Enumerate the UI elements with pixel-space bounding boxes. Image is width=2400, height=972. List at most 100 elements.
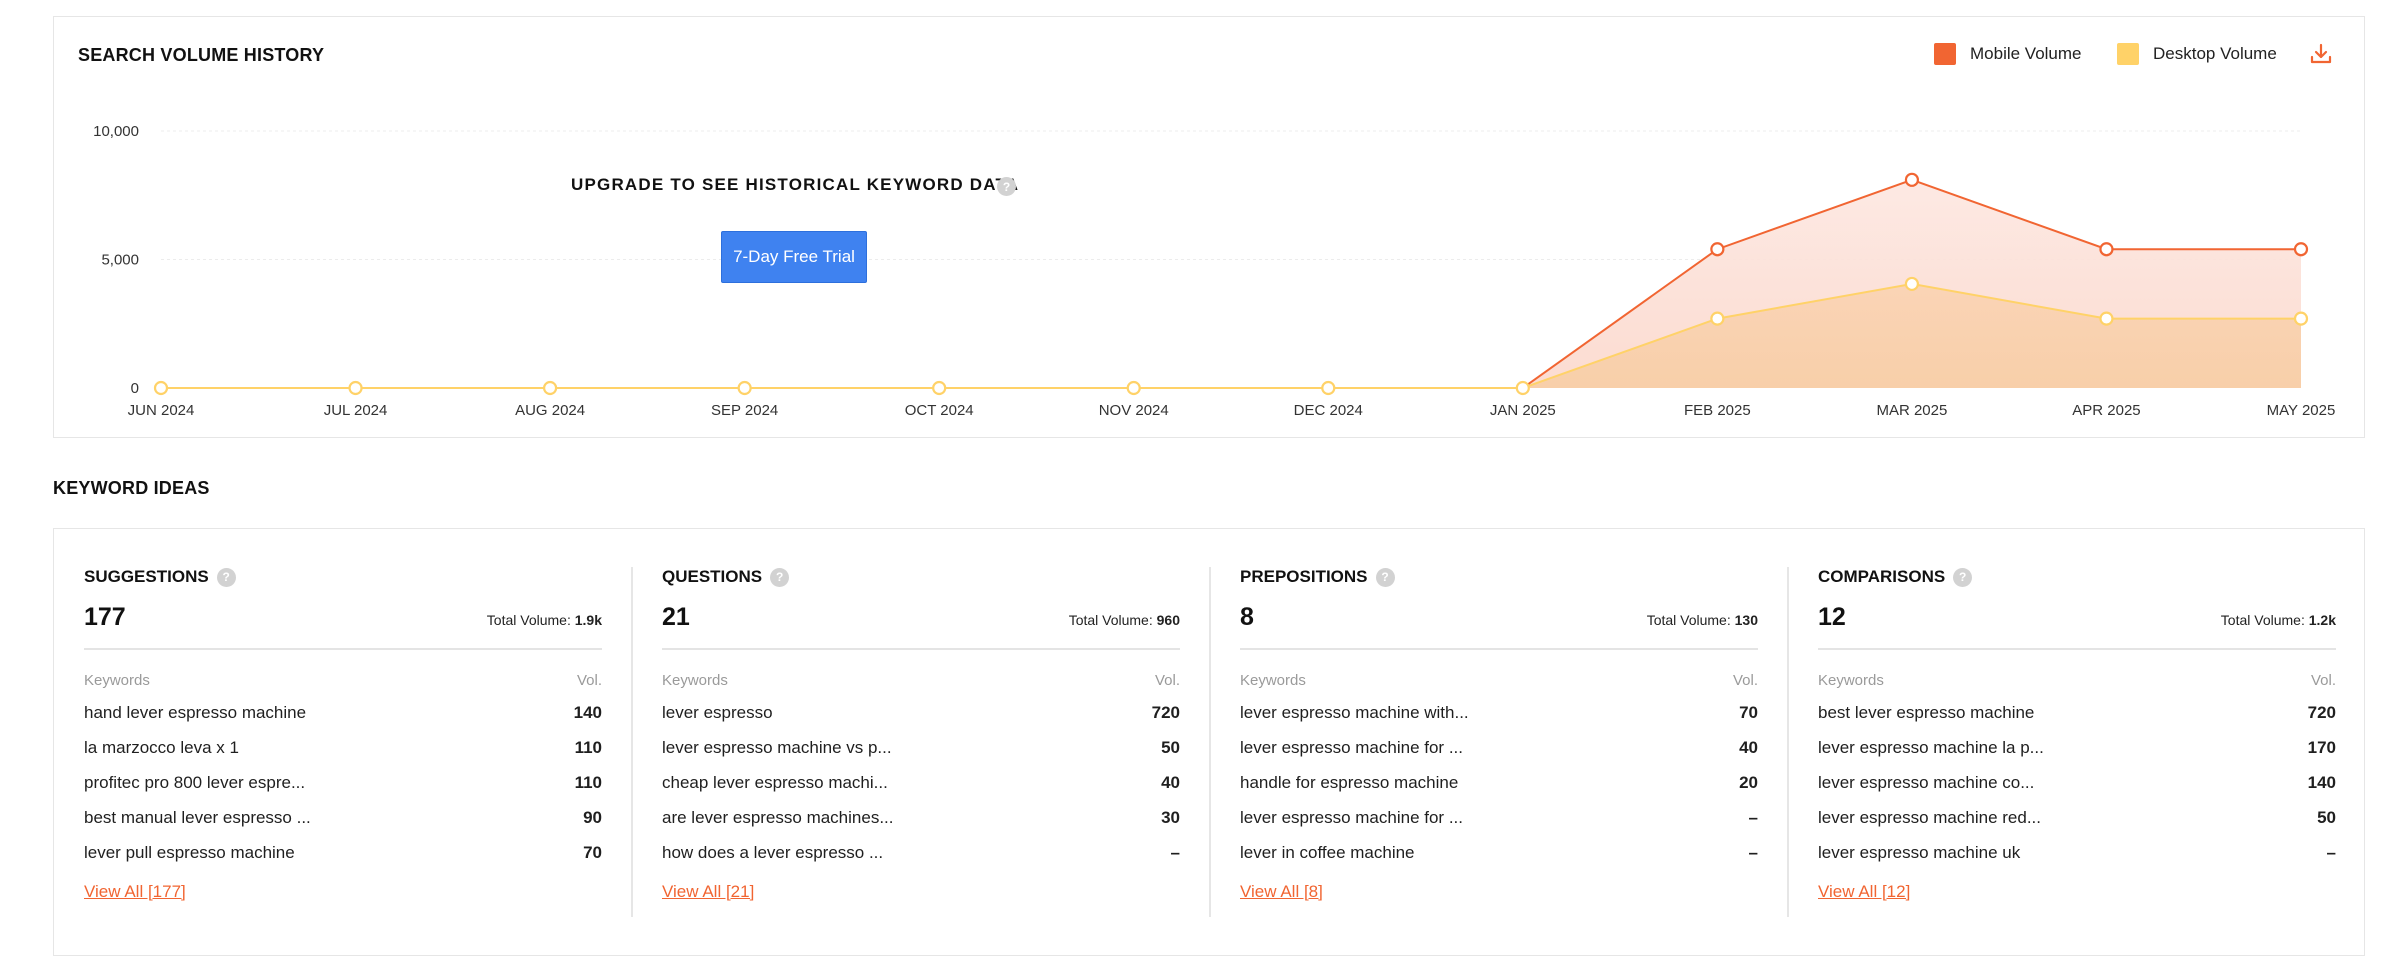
keyword-row[interactable]: how does a lever espresso ... –: [662, 842, 1180, 864]
keyword-ideas-title: KEYWORD IDEAS: [53, 478, 210, 498]
keyword-volume: 720: [2307, 702, 2336, 722]
desktop-volume-point: [1321, 380, 1336, 396]
free-trial-button[interactable]: 7-Day Free Trial: [721, 231, 867, 283]
x-tick-label: JUN 2024: [128, 402, 195, 419]
view-all-link[interactable]: View All [8]: [1240, 882, 1323, 902]
keywords-header: Keywords: [1240, 671, 1306, 689]
keyword-row[interactable]: lever espresso machine with... 70: [1240, 702, 1758, 724]
x-tick-label: NOV 2024: [1099, 402, 1169, 419]
total-volume: Total Volume: 960: [1069, 612, 1180, 628]
divider: [1818, 648, 2336, 650]
search-volume-chart: 0 5,000 10,000 JUN 2024 JUL 2024 AUG 2024 SEP …: [93, 123, 2335, 419]
download-icon[interactable]: [2308, 41, 2334, 67]
help-icon[interactable]: ?: [216, 567, 236, 587]
help-icon[interactable]: ?: [770, 567, 790, 587]
keyword-row[interactable]: lever espresso machine la p... 170: [1818, 737, 2336, 759]
keyword-volume: –: [2326, 842, 2336, 862]
help-icon[interactable]: ?: [1953, 567, 1973, 587]
view-all-link[interactable]: View All [12]: [1818, 882, 1910, 902]
view-all-link[interactable]: View All [177]: [84, 882, 186, 902]
column-divider: [1787, 567, 1789, 917]
count-row: 8 Total Volume: 130: [1240, 603, 1758, 632]
keywords-header: Keywords: [1818, 671, 1884, 689]
keyword-row[interactable]: best lever espresso machine 720: [1818, 702, 2336, 724]
keyword-row[interactable]: hand lever espresso machine 140: [84, 702, 602, 724]
keyword-row[interactable]: lever espresso machine co... 140: [1818, 772, 2336, 794]
mobile-volume-point: [2099, 242, 2114, 257]
column-title: COMPARISONS: [1818, 567, 1946, 586]
legend-desktop[interactable]: Desktop Volume: [2117, 43, 2277, 65]
keyword-text[interactable]: lever espresso: [662, 702, 773, 724]
vol-header: Vol.: [576, 671, 602, 689]
view-all-link[interactable]: View All [21]: [662, 882, 754, 902]
total-volume: Total Volume: 1.9k: [487, 612, 602, 628]
keywords-header: Keywords: [84, 671, 150, 689]
keyword-volume: 110: [574, 737, 602, 757]
total-volume-value: 1.9k: [574, 612, 602, 628]
keyword-row[interactable]: are lever espresso machines... 30: [662, 807, 1180, 829]
total-volume: Total Volume: 1.2k: [2221, 612, 2336, 628]
desktop-volume-point: [348, 380, 363, 396]
keyword-text[interactable]: lever espresso machine red...: [1818, 807, 2041, 829]
keyword-text[interactable]: how does a lever espresso ...: [662, 842, 883, 864]
help-icon[interactable]: ?: [997, 177, 1016, 196]
table-header: Keywords Vol.: [1240, 672, 1758, 689]
keyword-row[interactable]: la marzocco leva x 1 110: [84, 737, 602, 759]
keyword-row[interactable]: lever in coffee machine –: [1240, 842, 1758, 864]
keyword-row[interactable]: cheap lever espresso machi... 40: [662, 772, 1180, 794]
keyword-row[interactable]: lever espresso machine red... 50: [1818, 807, 2336, 829]
desktop-volume-point: [1710, 311, 1725, 326]
table-header: Keywords Vol.: [1818, 672, 2336, 689]
keyword-row[interactable]: profitec pro 800 lever espre... 110: [84, 772, 602, 794]
column-header: PREPOSITIONS ?: [1240, 567, 1758, 587]
table-header: Keywords Vol.: [84, 672, 602, 689]
total-volume-label: Total Volume:: [1068, 612, 1153, 628]
total-volume-value: 130: [1734, 612, 1758, 628]
vol-header: Vol.: [2310, 671, 2336, 689]
keyword-text[interactable]: lever espresso machine uk: [1818, 842, 2020, 864]
keyword-volume: 110: [574, 772, 602, 792]
keyword-text[interactable]: lever espresso machine co...: [1818, 772, 2034, 794]
keyword-text[interactable]: handle for espresso machine: [1240, 772, 1458, 794]
keyword-row[interactable]: lever espresso machine for ... 40: [1240, 737, 1758, 759]
keyword-volume: –: [1170, 842, 1180, 862]
keyword-text[interactable]: lever espresso machine for ...: [1240, 737, 1463, 759]
keyword-text[interactable]: la marzocco leva x 1: [84, 737, 239, 759]
keywords-header: Keywords: [662, 671, 728, 689]
keyword-column-questions: QUESTIONS ? 21 Total Volume: 960 Keyword…: [662, 567, 1180, 902]
x-tick-label: JUL 2024: [324, 402, 388, 419]
keyword-text[interactable]: are lever espresso machines...: [662, 807, 894, 829]
desktop-volume-point: [2293, 311, 2309, 326]
keyword-text[interactable]: cheap lever espresso machi...: [662, 772, 888, 794]
help-icon[interactable]: ?: [1375, 567, 1395, 587]
keyword-row[interactable]: lever espresso machine vs p... 50: [662, 737, 1180, 759]
count-row: 177 Total Volume: 1.9k: [84, 603, 602, 632]
keyword-volume: 70: [583, 842, 602, 862]
keyword-text[interactable]: best lever espresso machine: [1818, 702, 2034, 724]
legend-mobile[interactable]: Mobile Volume: [1934, 43, 2082, 65]
vol-header: Vol.: [1154, 671, 1180, 689]
keyword-volume: 140: [2307, 772, 2336, 792]
x-tick-label: DEC 2024: [1294, 402, 1363, 419]
keyword-text[interactable]: lever espresso machine for ...: [1240, 807, 1463, 829]
keyword-row[interactable]: best manual lever espresso ... 90: [84, 807, 602, 829]
keyword-text[interactable]: lever pull espresso machine: [84, 842, 295, 864]
keyword-text[interactable]: lever espresso machine la p...: [1818, 737, 2044, 759]
keyword-text[interactable]: lever in coffee machine: [1240, 842, 1415, 864]
keyword-row[interactable]: lever espresso machine for ... –: [1240, 807, 1758, 829]
keyword-row[interactable]: lever espresso 720: [662, 702, 1180, 724]
column-divider: [631, 567, 633, 917]
keyword-row[interactable]: lever espresso machine uk –: [1818, 842, 2336, 864]
y-tick-label: 10,000: [93, 123, 139, 140]
desktop-volume-point: [2099, 311, 2114, 326]
keyword-text[interactable]: best manual lever espresso ...: [84, 807, 311, 829]
keyword-row[interactable]: lever pull espresso machine 70: [84, 842, 602, 864]
keyword-text[interactable]: profitec pro 800 lever espre...: [84, 772, 305, 794]
keyword-text[interactable]: lever espresso machine vs p...: [662, 737, 892, 759]
keyword-text[interactable]: hand lever espresso machine: [84, 702, 306, 724]
x-tick-label: APR 2025: [2072, 402, 2140, 419]
keyword-count: 177: [84, 603, 126, 631]
total-volume: Total Volume: 130: [1647, 612, 1758, 628]
keyword-row[interactable]: handle for espresso machine 20: [1240, 772, 1758, 794]
keyword-text[interactable]: lever espresso machine with...: [1240, 702, 1469, 724]
